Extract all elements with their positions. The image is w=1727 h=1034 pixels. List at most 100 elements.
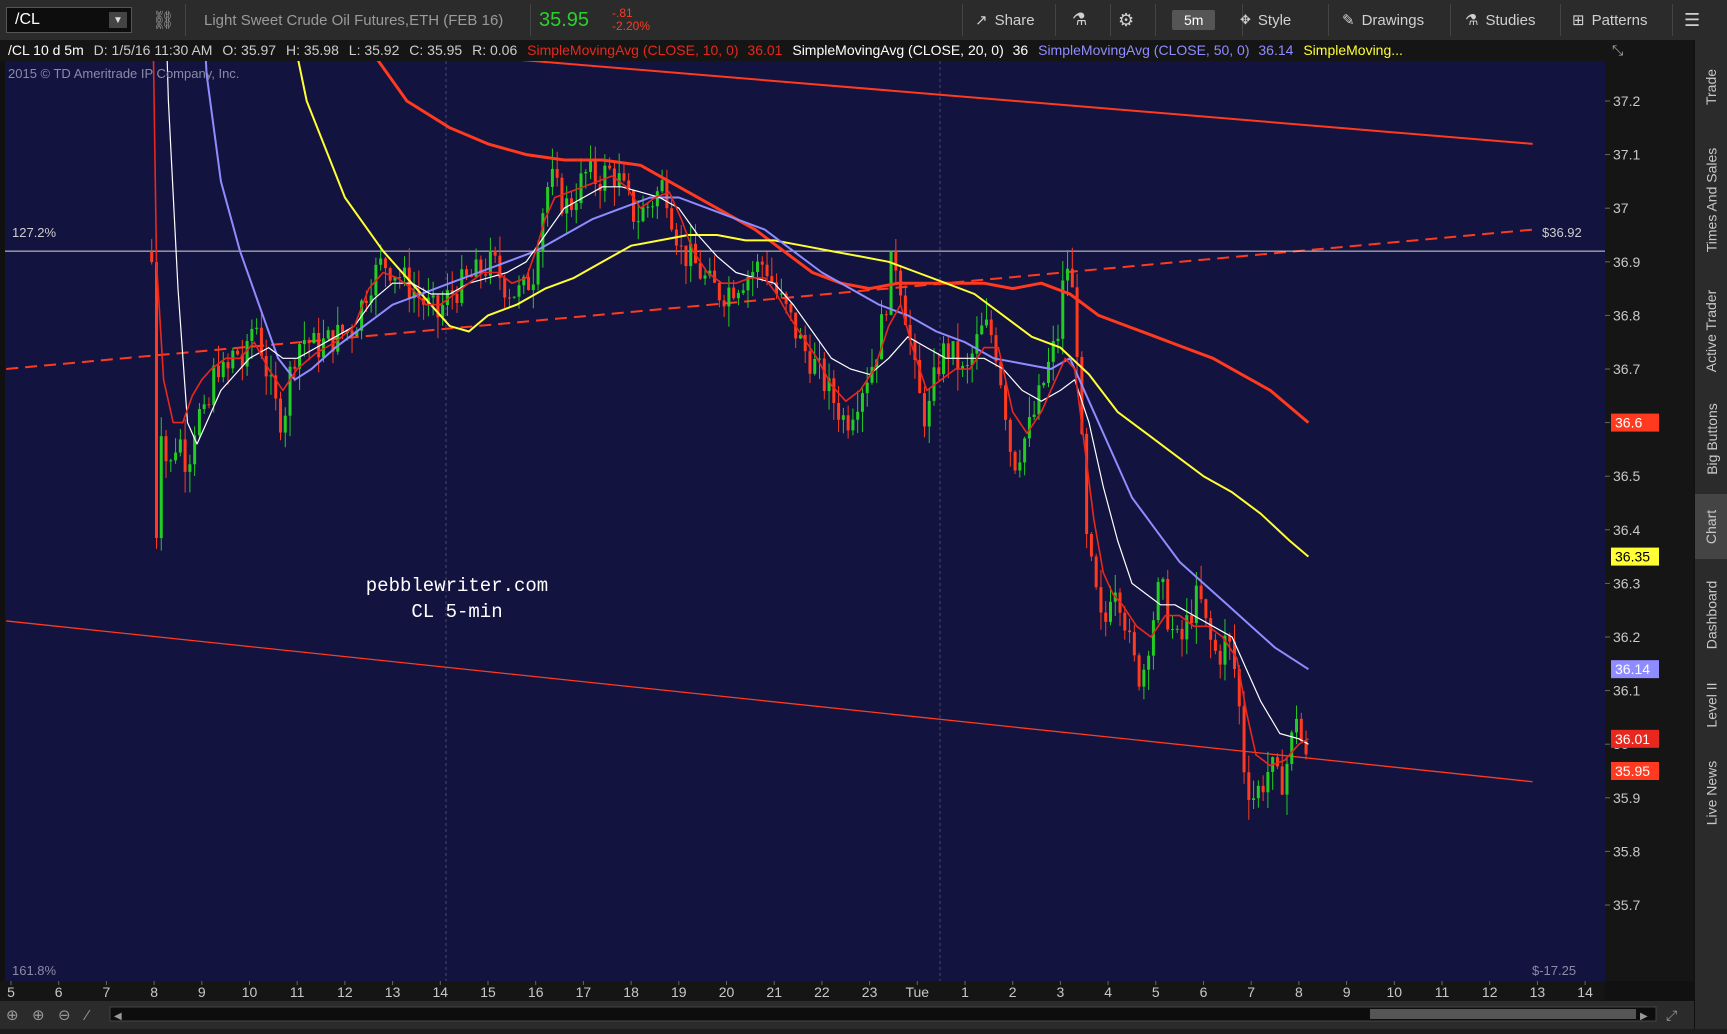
- tab-chart[interactable]: Chart: [1695, 494, 1727, 559]
- x-tick-label: 7: [1247, 984, 1255, 1000]
- candle-body: [1247, 772, 1251, 800]
- candle-body: [927, 400, 931, 427]
- x-tick-label: 3: [1057, 984, 1065, 1000]
- x-tick-label: 8: [150, 984, 158, 1000]
- candle-body: [1070, 268, 1074, 288]
- candle-body: [1242, 706, 1246, 773]
- symbol-input[interactable]: /CL ▼: [6, 7, 132, 33]
- share-icon: ↗: [975, 12, 988, 29]
- studies-button[interactable]: ⚗ Studies: [1465, 0, 1536, 40]
- zoom-in-icon[interactable]: ⊕: [32, 1007, 45, 1024]
- candle-body: [216, 365, 220, 378]
- candle-body: [174, 452, 178, 461]
- tab-level-ii[interactable]: Level II: [1695, 670, 1727, 740]
- x-tick-label: 8: [1295, 984, 1303, 1000]
- tab-label: Chart: [1703, 509, 1720, 544]
- x-tick-label: 19: [671, 984, 687, 1000]
- candle-body: [574, 203, 578, 211]
- y-tick-label: 36.8: [1613, 307, 1640, 323]
- timeframe-button[interactable]: 5m: [1172, 10, 1216, 30]
- scroll-right-icon[interactable]: ▶: [1640, 1011, 1648, 1022]
- tab-live-news[interactable]: Live News: [1695, 748, 1727, 838]
- symbol-description: Light Sweet Crude Oil Futures,ETH (FEB 1…: [204, 11, 504, 29]
- candle-body: [989, 319, 993, 336]
- x-tick-label: 18: [623, 984, 639, 1000]
- candle-body: [980, 325, 984, 335]
- candle-body: [841, 415, 845, 420]
- candle-body: [760, 261, 764, 265]
- share-button[interactable]: ↗ Share: [975, 0, 1035, 40]
- last-price: 35.95: [539, 8, 590, 31]
- tab-dashboard[interactable]: Dashboard: [1695, 567, 1727, 662]
- candle-body: [832, 378, 836, 404]
- menu-icon[interactable]: ☰: [1684, 0, 1700, 40]
- candle-body: [1299, 718, 1303, 742]
- study-sma10-label: SimpleMovingAvg (CLOSE, 10, 0): [527, 42, 738, 58]
- x-tick-label: 11: [1435, 984, 1450, 1000]
- x-tick-label: 20: [719, 984, 735, 1000]
- candle-body: [1161, 578, 1165, 583]
- candle-body: [154, 262, 158, 539]
- patterns-button[interactable]: ⊞ Patterns: [1572, 0, 1647, 40]
- link-icon[interactable]: ⛓: [152, 0, 175, 40]
- x-tick-label: 15: [480, 984, 496, 1000]
- price-chart[interactable]: 35.735.835.93636.136.236.336.436.536.636…: [0, 40, 1694, 1009]
- candle-body: [183, 439, 187, 472]
- fib-level-top: 127.2%: [12, 225, 57, 240]
- candle-body: [1256, 785, 1260, 799]
- tab-trade[interactable]: Trade: [1695, 52, 1727, 122]
- bottom-bar: ⊕ ⊕ ⊖ ⁄ ◀ ▶ ⤢: [0, 1001, 1694, 1029]
- scroll-left-icon[interactable]: ◀: [114, 1011, 122, 1022]
- zoom-out-icon[interactable]: ⊖: [58, 1007, 71, 1024]
- flask-icon: ⚗: [1465, 12, 1479, 29]
- tab-active-trader[interactable]: Active Trader: [1695, 278, 1727, 383]
- collapse-icon[interactable]: ⤡: [1612, 42, 1623, 58]
- chevron-down-icon[interactable]: ▼: [109, 12, 127, 28]
- candle-body: [1218, 650, 1222, 665]
- pan-icon[interactable]: ⊕: [6, 1007, 19, 1024]
- style-icon: ✥: [1240, 12, 1251, 27]
- candle-body: [517, 285, 521, 297]
- candle-body: [293, 366, 297, 369]
- candle-body: [1008, 419, 1012, 452]
- symbol-text: /CL: [15, 11, 40, 28]
- style-button[interactable]: ✥ Style: [1240, 0, 1291, 40]
- candle-body: [698, 263, 702, 279]
- candle-body: [1170, 629, 1174, 631]
- candle-body: [1261, 785, 1265, 793]
- candle-body: [503, 277, 507, 298]
- x-tick-label: 16: [528, 984, 544, 1000]
- gear-icon[interactable]: ⚙: [1118, 0, 1134, 40]
- x-tick-label: 2: [1009, 984, 1017, 1000]
- candle-body: [455, 293, 459, 304]
- candle-body: [231, 350, 235, 369]
- fib-level-bottom: 161.8%: [12, 963, 57, 978]
- candle-body: [1175, 628, 1179, 630]
- candle-body: [550, 168, 554, 188]
- y-tick-label: 37.2: [1613, 93, 1640, 109]
- header-close: C: 35.95: [409, 42, 462, 58]
- candle-body: [312, 333, 316, 344]
- divider: [1110, 4, 1111, 36]
- divider: [1328, 4, 1329, 36]
- chart-area: 35.735.835.93636.136.236.336.436.536.636…: [0, 40, 1694, 1009]
- candle-body: [164, 436, 168, 462]
- flask-icon[interactable]: ⚗: [1072, 0, 1087, 40]
- study-sma10-value: 36.01: [747, 42, 782, 58]
- candle-body: [1266, 771, 1270, 793]
- tab-times-and-sales[interactable]: Times And Sales: [1695, 130, 1727, 270]
- expand-icon[interactable]: ⤢: [1666, 1007, 1677, 1023]
- candle-body: [169, 460, 173, 462]
- divider: [1672, 4, 1673, 36]
- tab-label: Times And Sales: [1703, 147, 1720, 253]
- scrollbar-thumb[interactable]: [1370, 1009, 1636, 1019]
- candle-body: [837, 403, 841, 420]
- bottom-right-value: $-17.25: [1532, 963, 1576, 978]
- header-range: R: 0.06: [472, 42, 517, 58]
- price-label: 36.01: [1615, 731, 1650, 747]
- candle-body: [655, 191, 659, 207]
- drawings-button[interactable]: ✎ Drawings: [1342, 0, 1424, 40]
- draw-line-icon[interactable]: ⁄: [82, 1007, 91, 1024]
- tab-big-buttons[interactable]: Big Buttons: [1695, 391, 1727, 486]
- y-tick-label: 36.1: [1613, 683, 1640, 699]
